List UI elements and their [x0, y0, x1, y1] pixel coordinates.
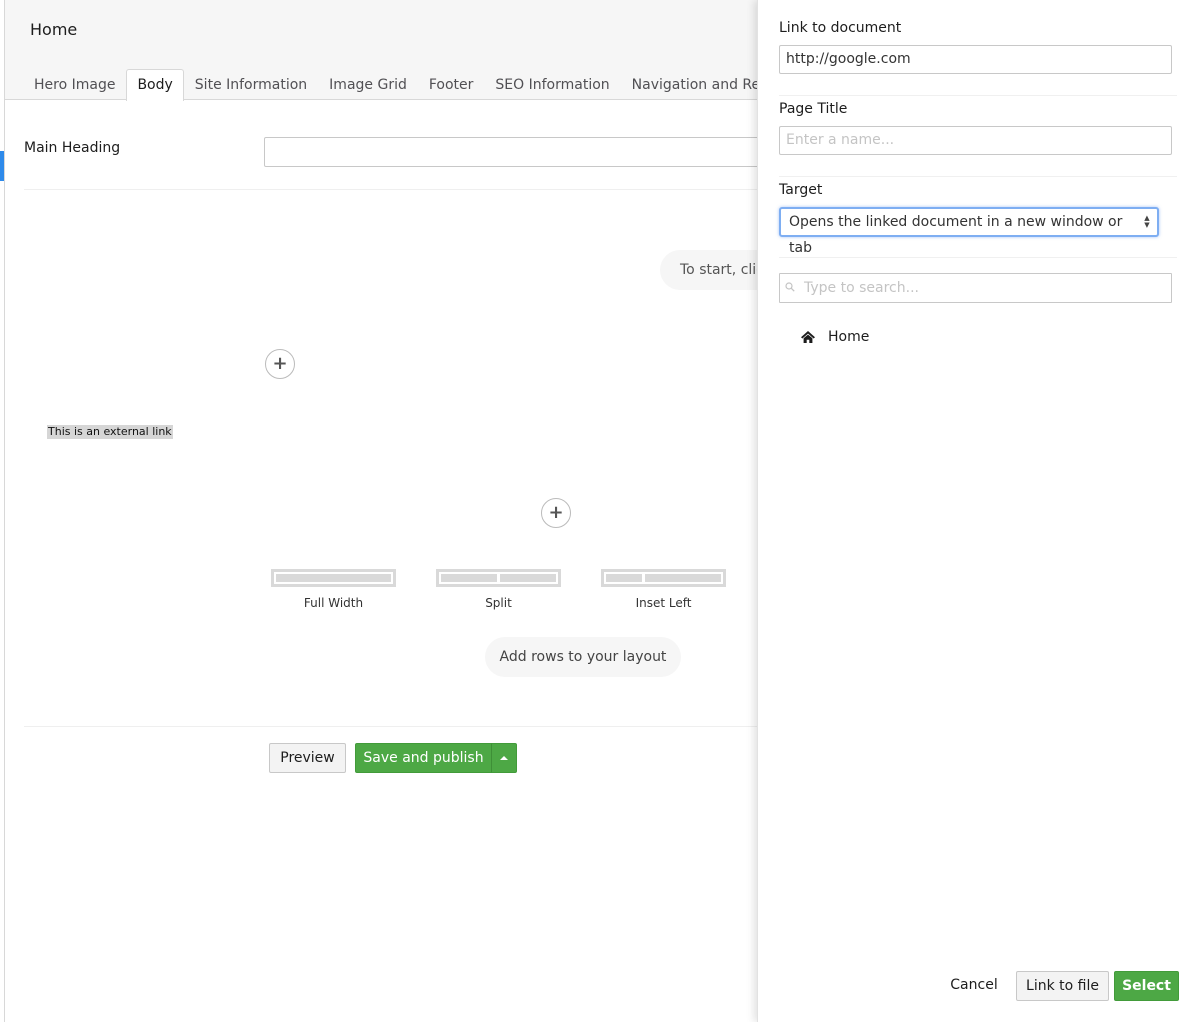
divider: [779, 176, 1177, 177]
link-input[interactable]: http://google.com: [779, 45, 1172, 74]
select-arrows-icon: ▲ ▼: [1144, 214, 1150, 229]
main-heading-label: Main Heading: [24, 140, 121, 156]
divider: [779, 95, 1177, 96]
layout-split[interactable]: Split: [436, 569, 561, 610]
search-icon: [785, 282, 795, 292]
preview-button[interactable]: Preview: [269, 743, 346, 773]
save-options-button[interactable]: [491, 743, 517, 773]
divider: [24, 726, 764, 727]
external-link-text[interactable]: This is an external link: [47, 425, 173, 439]
tree-item-home[interactable]: Home: [801, 329, 869, 345]
target-select[interactable]: Opens the linked document in a new windo…: [779, 207, 1159, 256]
target-select-value: Opens the linked document in a new windo…: [789, 214, 1123, 256]
add-row-button[interactable]: +: [541, 498, 571, 528]
layout-label: Full Width: [303, 596, 364, 610]
add-rows-button[interactable]: Add rows to your layout: [485, 637, 681, 677]
tab-hero-image[interactable]: Hero Image: [23, 69, 126, 101]
add-content-button[interactable]: +: [265, 349, 295, 379]
home-icon: [801, 331, 815, 343]
caret-up-icon: [500, 756, 508, 760]
plus-icon: +: [548, 502, 564, 523]
link-picker-panel: Link to document http://google.com Page …: [757, 0, 1194, 1022]
divider: [24, 189, 764, 190]
tab-image-grid[interactable]: Image Grid: [318, 69, 418, 101]
select-button[interactable]: Select: [1114, 971, 1179, 1001]
tab-body[interactable]: Body: [126, 69, 184, 101]
layout-split-preview: [436, 569, 561, 587]
tab-bar: Hero Image Body Site Information Image G…: [23, 69, 818, 101]
layout-full-width[interactable]: Full Width: [271, 569, 396, 610]
save-and-publish-button[interactable]: Save and publish: [355, 743, 492, 773]
plus-icon: +: [272, 353, 288, 374]
tab-site-information[interactable]: Site Information: [184, 69, 318, 101]
layout-label: Inset Left: [635, 596, 692, 610]
tree-item-label: Home: [828, 329, 870, 345]
layout-inset-left-preview: [601, 569, 726, 587]
main-content: Main Heading To start, click + This is a…: [5, 101, 800, 1022]
link-label: Link to document: [779, 20, 902, 36]
link-to-file-button[interactable]: Link to file: [1016, 971, 1109, 1001]
page-title-label: Page Title: [779, 101, 848, 117]
tab-footer[interactable]: Footer: [418, 69, 485, 101]
search-field[interactable]: Type to search...: [779, 273, 1172, 303]
tab-seo-information[interactable]: SEO Information: [484, 69, 620, 101]
active-indicator: [0, 151, 4, 181]
page-name[interactable]: Home: [30, 20, 77, 39]
layout-full-width-preview: [271, 569, 396, 587]
layout-label: Split: [485, 596, 512, 610]
cancel-button[interactable]: Cancel: [944, 971, 1004, 1001]
divider: [779, 257, 1177, 258]
main-heading-input[interactable]: [264, 137, 784, 167]
page-title-input[interactable]: Enter a name...: [779, 126, 1172, 155]
target-label: Target: [779, 182, 823, 198]
search-placeholder: Type to search...: [804, 280, 919, 296]
layout-inset-left[interactable]: Inset Left: [601, 569, 726, 610]
